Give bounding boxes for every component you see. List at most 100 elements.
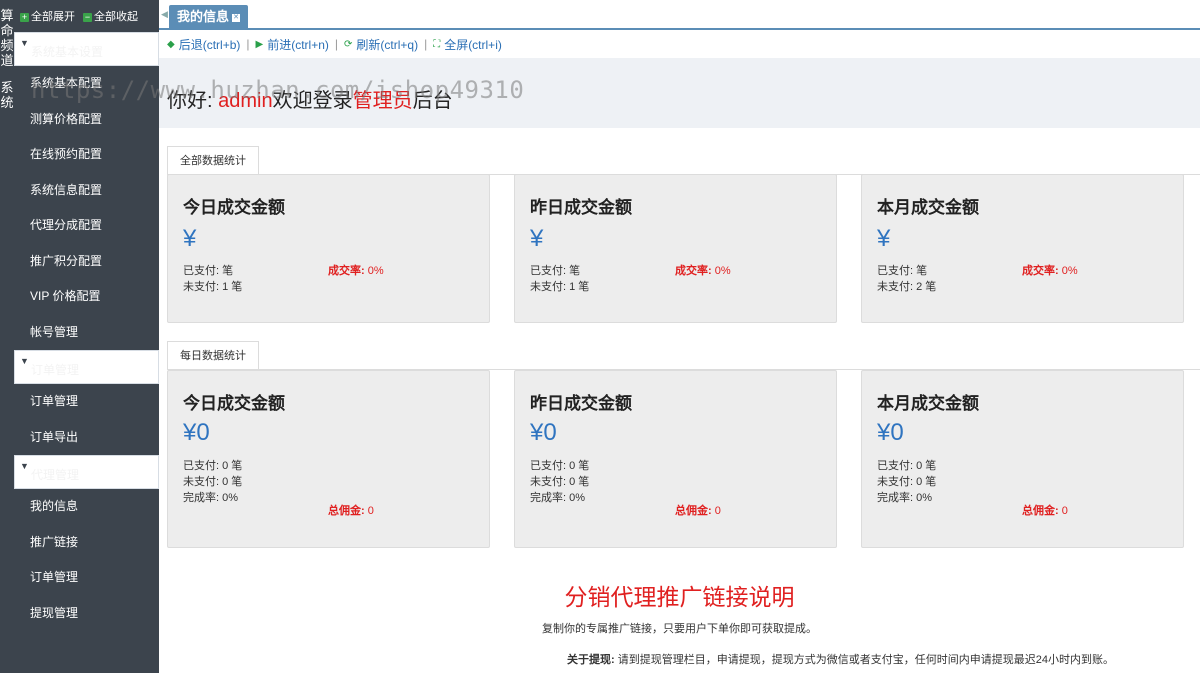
- tab-all-data-stats[interactable]: 全部数据统计: [167, 146, 259, 174]
- card-deal-rate: 成交率: 0%: [675, 262, 731, 278]
- forward-label: 前进(ctrl+n): [267, 37, 329, 52]
- toolbar-divider: |: [334, 37, 338, 51]
- commission-value: 0: [1061, 505, 1068, 517]
- rate-label: 成交率:: [675, 265, 712, 277]
- chevron-down-icon: ▼: [20, 461, 29, 471]
- card-title: 今日成交金额: [183, 394, 285, 413]
- tab-label: 我的信息: [177, 9, 230, 24]
- card-total-commission: 总佣金: 0: [675, 502, 721, 518]
- card-paid-count: 已支付: 笔: [183, 265, 234, 277]
- card-deal-rate: 成交率: 0%: [1022, 262, 1078, 278]
- watermark-url: https://www.huzhan.com/ishop49310: [31, 76, 525, 104]
- sidebar-item-withdraw[interactable]: 提现管理: [14, 596, 159, 632]
- card-unpaid-count: 未支付: 0 笔: [877, 476, 937, 488]
- card-paid-count: 已支付: 0 笔: [877, 460, 937, 472]
- minus-icon: −: [83, 12, 92, 22]
- card-amount: ¥: [530, 225, 544, 252]
- card-amount: ¥: [183, 225, 197, 252]
- sidebar-item-orders[interactable]: 订单管理: [14, 384, 159, 420]
- sidebar-item-price-config[interactable]: 测算价格配置: [14, 102, 159, 138]
- refresh-button[interactable]: ⟳ 刷新(ctrl+q): [344, 36, 418, 53]
- promo-title: 分销代理推广链接说明: [564, 584, 795, 610]
- commission-label: 总佣金:: [675, 505, 712, 517]
- expand-all-button[interactable]: + 全部展开: [20, 8, 75, 24]
- rate-value: 0%: [1061, 265, 1078, 277]
- stat-card-today-total: 今日成交金额 ¥ 已支付: 笔 未支付: 1 笔 成交率: 0%: [167, 174, 490, 323]
- card-complete-rate: 完成率: 0%: [183, 492, 239, 504]
- rate-label: 成交率:: [328, 265, 365, 277]
- tab-daily-data-stats[interactable]: 每日数据统计: [167, 341, 259, 369]
- stat-card-month-total: 本月成交金额 ¥ 已支付: 笔 未支付: 2 笔 成交率: 0%: [861, 174, 1184, 323]
- commission-value: 0: [367, 505, 374, 517]
- back-label: 后退(ctrl+b): [178, 37, 241, 52]
- sidebar-item-booking-config[interactable]: 在线预约配置: [14, 137, 159, 173]
- arrow-left-icon: ◆: [167, 38, 175, 50]
- card-title: 本月成交金额: [877, 394, 979, 413]
- sidebar-item-order-export[interactable]: 订单导出: [14, 420, 159, 456]
- withdraw-note-label: 关于提现:: [567, 654, 615, 666]
- sidebar-top-controls: + 全部展开 − 全部收起: [14, 0, 159, 32]
- tab-scroll-left-icon[interactable]: ◀: [161, 9, 168, 20]
- sidebar-item-info-config[interactable]: 系统信息配置: [14, 173, 159, 209]
- sidebar-group-system[interactable]: ▼ 系统基本设置: [14, 32, 159, 66]
- sidebar-item-my-info[interactable]: 我的信息: [14, 489, 159, 525]
- toolbar-divider: |: [246, 37, 250, 51]
- commission-label: 总佣金:: [1022, 505, 1059, 517]
- sidebar-item-vip-price[interactable]: VIP 价格配置: [14, 279, 159, 315]
- fullscreen-label: 全屏(ctrl+i): [444, 37, 502, 52]
- channel-label-fortune[interactable]: 算命频道: [0, 8, 14, 68]
- card-amount: ¥0: [183, 419, 210, 446]
- card-amount: ¥0: [530, 419, 557, 446]
- channel-label-system[interactable]: 系统: [0, 80, 14, 110]
- sidebar-item-promo-link[interactable]: 推广链接: [14, 525, 159, 561]
- fullscreen-button[interactable]: ⛶ 全屏(ctrl+i): [433, 36, 502, 53]
- expand-all-label: 全部展开: [31, 11, 75, 23]
- sidebar-item-agent-orders[interactable]: 订单管理: [14, 560, 159, 596]
- card-title: 今日成交金额: [183, 198, 285, 217]
- card-amount: ¥0: [877, 419, 904, 446]
- rate-value: 0%: [714, 265, 731, 277]
- card-complete-rate: 完成率: 0%: [530, 492, 586, 504]
- chevron-down-icon: ▼: [20, 356, 29, 366]
- withdraw-note: 关于提现: 请到提现管理栏目，申请提现，提现方式为微信或者支付宝，任何时间内申请…: [567, 651, 1114, 667]
- vertical-channel-strip: 算命频道 系统: [0, 0, 14, 673]
- card-total-commission: 总佣金: 0: [1022, 502, 1068, 518]
- card-unpaid-count: 未支付: 1 笔: [183, 281, 243, 293]
- withdraw-note-text: 请到提现管理栏目，申请提现，提现方式为微信或者支付宝，任何时间内申请提现最迟24…: [617, 654, 1114, 666]
- card-title: 昨日成交金额: [530, 394, 632, 413]
- close-icon[interactable]: ✕: [232, 13, 241, 22]
- daily-card-today: 今日成交金额 ¥0 已支付: 0 笔 未支付: 0 笔 完成率: 0% 总佣金:…: [167, 370, 490, 548]
- card-unpaid-count: 未支付: 0 笔: [530, 476, 590, 488]
- refresh-label: 刷新(ctrl+q): [356, 37, 419, 52]
- welcome-banner: 你好: admin欢迎登录管理员后台 https://www.huzhan.co…: [31, 58, 1200, 128]
- sidebar-group-orders[interactable]: ▼ 订单管理: [14, 350, 159, 384]
- stat-card-yesterday-total: 昨日成交金额 ¥ 已支付: 笔 未支付: 1 笔 成交率: 0%: [514, 174, 837, 323]
- collapse-all-button[interactable]: − 全部收起: [83, 8, 138, 24]
- plus-icon: +: [20, 12, 29, 22]
- card-unpaid-count: 未支付: 0 笔: [183, 476, 243, 488]
- sidebar-item-points-config[interactable]: 推广积分配置: [14, 244, 159, 280]
- card-paid-count: 已支付: 笔: [530, 265, 581, 277]
- sidebar-group-title: 代理管理: [31, 468, 80, 482]
- tab-my-info[interactable]: 我的信息 ✕: [169, 5, 249, 30]
- card-unpaid-count: 未支付: 2 笔: [877, 281, 937, 293]
- sidebar-group-title: 系统基本设置: [31, 45, 104, 59]
- toolbar-divider: |: [424, 37, 428, 51]
- forward-button[interactable]: ▶ 前进(ctrl+n): [256, 36, 329, 53]
- sidebar-group-agent[interactable]: ▼ 代理管理: [14, 455, 159, 489]
- daily-card-yesterday: 昨日成交金额 ¥0 已支付: 0 笔 未支付: 0 笔 完成率: 0% 总佣金:…: [514, 370, 837, 548]
- main-content: ◀ 我的信息 ✕ ◆ 后退(ctrl+b) | ▶ 前进(ctrl+n) | ⟳ 刷新(…: [31, 0, 1200, 673]
- back-button[interactable]: ◆ 后退(ctrl+b): [167, 36, 240, 53]
- sidebar-item-account[interactable]: 帐号管理: [14, 315, 159, 351]
- collapse-all-label: 全部收起: [94, 11, 138, 23]
- sidebar-item-agent-share[interactable]: 代理分成配置: [14, 208, 159, 244]
- chevron-down-icon: ▼: [20, 38, 29, 48]
- card-title: 本月成交金额: [877, 198, 979, 217]
- tab-bar: ◀ 我的信息 ✕: [159, 0, 1200, 30]
- card-unpaid-count: 未支付: 1 笔: [530, 281, 590, 293]
- arrow-right-icon: ▶: [255, 38, 264, 50]
- card-title: 昨日成交金额: [530, 198, 632, 217]
- card-amount: ¥: [877, 225, 891, 252]
- fullscreen-icon: ⛶: [433, 38, 441, 50]
- rate-value: 0%: [367, 265, 384, 277]
